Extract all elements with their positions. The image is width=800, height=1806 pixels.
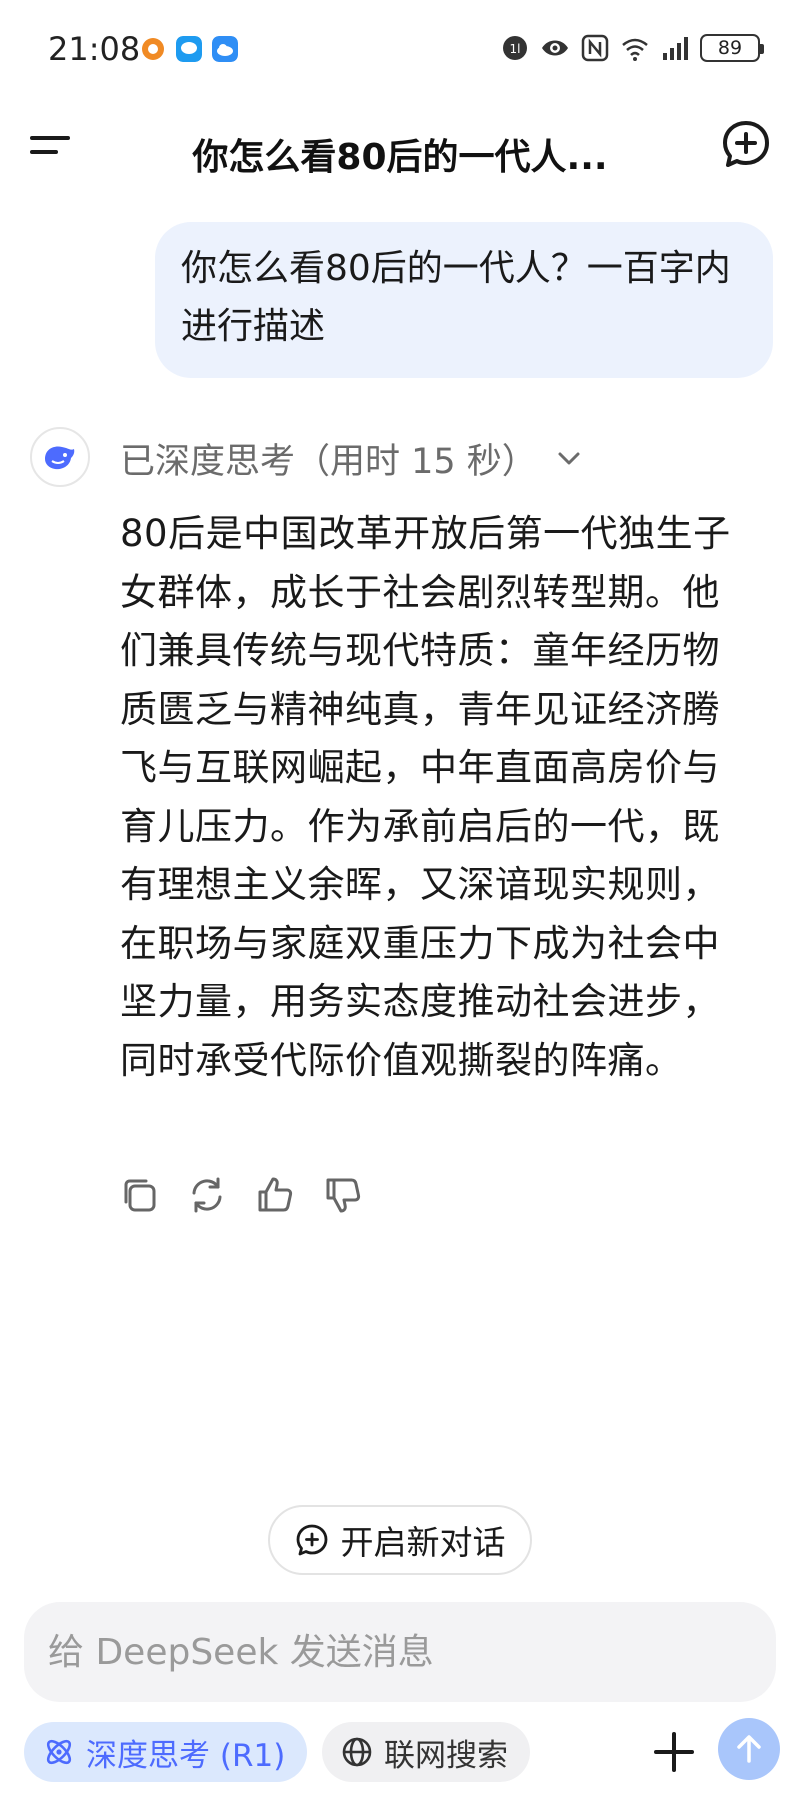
web-search-label: 联网搜索: [384, 1737, 508, 1774]
deep-think-toggle[interactable]: 已深度思考（用时 15 秒）: [120, 430, 583, 486]
plus-icon[interactable]: [650, 1728, 698, 1776]
new-chat-bubble-icon: [296, 1524, 327, 1556]
new-chat-icon[interactable]: [720, 118, 772, 170]
copy-icon[interactable]: [118, 1174, 160, 1216]
thumbs-up-icon[interactable]: [254, 1174, 296, 1216]
signal-icon: [663, 37, 688, 60]
app-notification-icon: [142, 38, 164, 60]
thought-duration-label: 已深度思考（用时 15 秒）: [120, 441, 537, 482]
deepseek-avatar: [30, 427, 90, 487]
send-button[interactable]: [718, 1718, 780, 1780]
deep-think-label: 深度思考 (R1): [86, 1737, 286, 1774]
wifi-icon: [622, 38, 648, 61]
chevron-down-icon: [558, 452, 580, 465]
message-input[interactable]: [46, 1630, 754, 1674]
header: 你怎么看80后的一代人...: [0, 100, 800, 200]
cloud-app-icon: [212, 36, 238, 62]
web-search-button[interactable]: 联网搜索: [322, 1722, 530, 1782]
menu-icon[interactable]: [28, 122, 76, 170]
assistant-answer: 80后是中国改革开放后第一代独生子女群体，成长于社会剧烈转型期。他们兼具传统与现…: [120, 512, 731, 1082]
composer-toolbar: 深度思考 (R1) 联网搜索: [0, 1718, 800, 1790]
message-app-icon: [176, 36, 202, 62]
deep-think-button[interactable]: 深度思考 (R1): [24, 1722, 308, 1782]
battery-indicator: 89: [700, 34, 764, 62]
user-message-bubble: 你怎么看80后的一代人？一百字内进行描述: [155, 222, 773, 378]
arrow-up-icon: [737, 1735, 761, 1763]
status-app-icons: [140, 36, 238, 62]
nfc-icon: [581, 34, 609, 62]
regenerate-icon[interactable]: [186, 1174, 228, 1216]
new-conversation-button[interactable]: 开启新对话: [268, 1505, 532, 1575]
hd-call-icon: 1l: [503, 36, 527, 60]
conversation-title: 你怎么看80后的一代人...: [192, 137, 608, 178]
thumbs-down-icon[interactable]: [322, 1174, 364, 1216]
new-conversation-label: 开启新对话: [340, 1523, 506, 1562]
status-indicators: 1l 89: [500, 33, 764, 63]
atom-icon: [46, 1739, 72, 1765]
whale-logo-icon: [45, 446, 75, 470]
status-time: 21:08: [48, 30, 141, 68]
message-composer: [24, 1602, 776, 1702]
svg-text:1l: 1l: [510, 42, 521, 56]
message-actions: [118, 1174, 364, 1216]
globe-icon: [342, 1737, 372, 1767]
status-bar: 21:08 1l 89: [0, 0, 800, 100]
eye-icon: [542, 40, 568, 56]
